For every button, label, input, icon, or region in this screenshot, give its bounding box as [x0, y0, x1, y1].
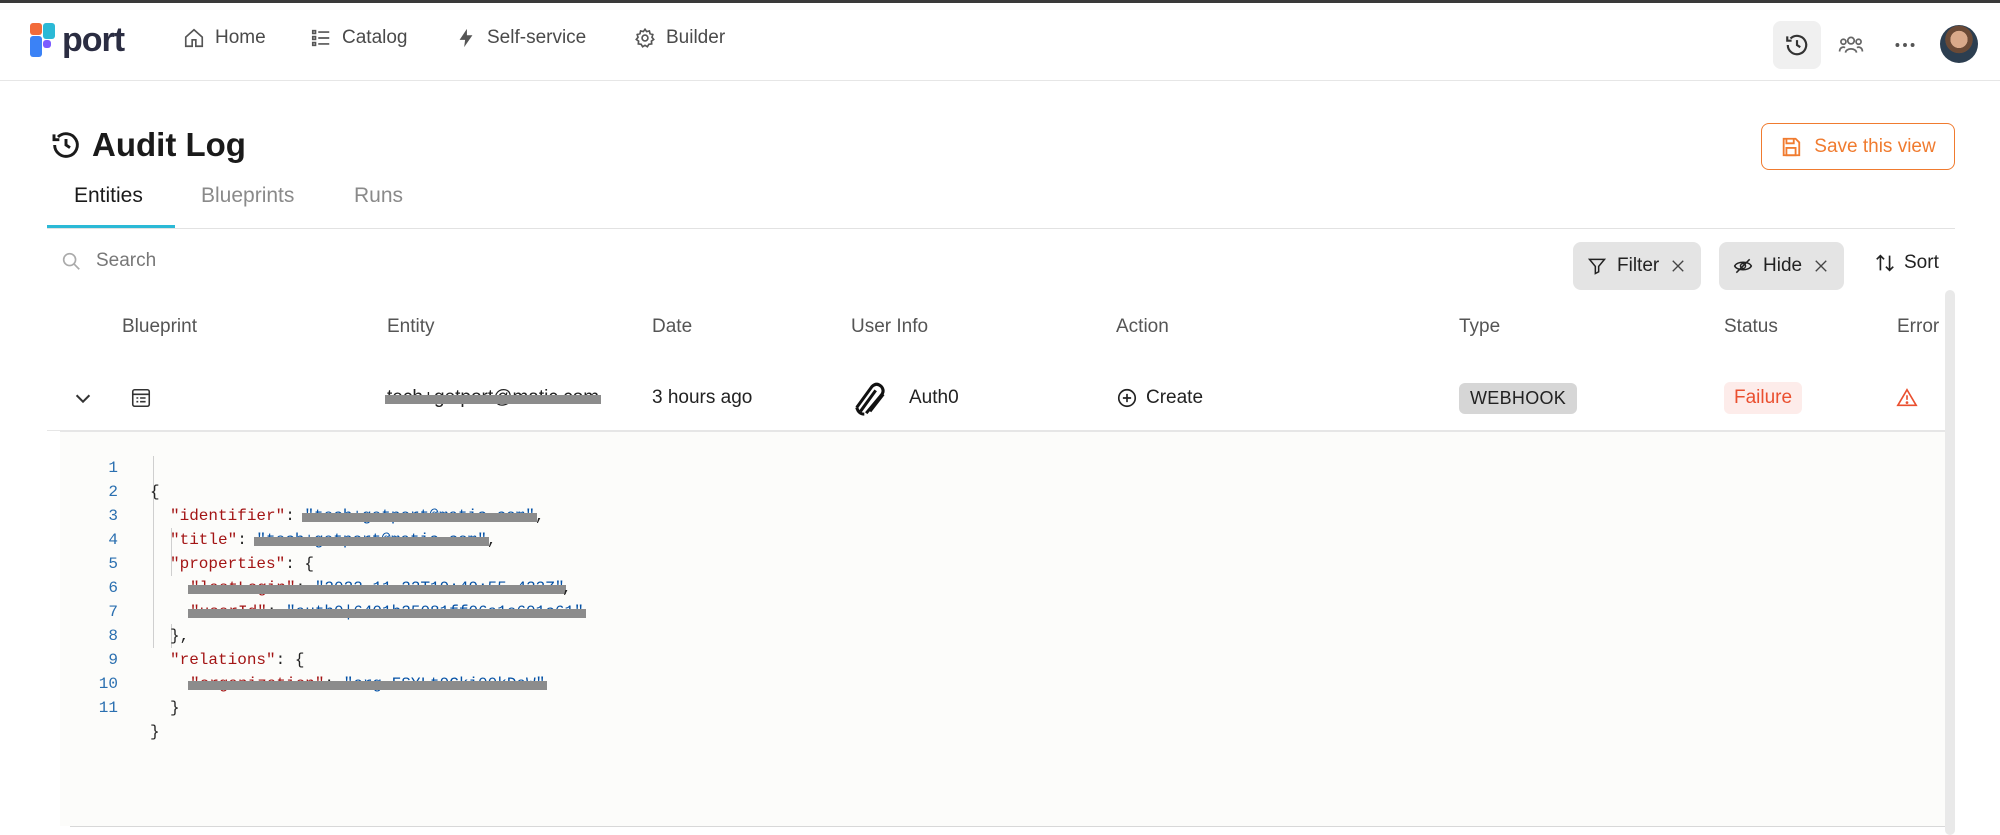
entity-cell[interactable]: tech+getport@matic.com: [384, 365, 602, 431]
filter-button[interactable]: Filter: [1573, 242, 1702, 290]
status-cell: Failure: [1724, 365, 1803, 431]
tab-blueprints[interactable]: Blueprints: [201, 184, 294, 208]
sort-label: Sort: [1904, 252, 1939, 273]
column-header-blueprint[interactable]: Blueprint: [122, 316, 197, 338]
plus-circle-icon: [1117, 388, 1137, 408]
close-icon[interactable]: [1812, 257, 1830, 275]
sort-icon: [1876, 254, 1894, 272]
home-icon: [184, 28, 204, 48]
json-viewer: 1 { 2 "identifier": "tech+getport@matic.…: [60, 431, 1945, 826]
code-line: 4 "properties": {: [60, 504, 1945, 573]
entity-identifier: tech+getport@matic.com: [384, 387, 602, 408]
search-icon: [62, 252, 80, 270]
hide-button[interactable]: Hide: [1719, 242, 1845, 290]
code-line: 6 "userId": "auth0|6401b25081ff06a1e601c…: [60, 552, 1945, 621]
nav-home-label: Home: [215, 27, 266, 48]
search-input[interactable]: [96, 250, 496, 272]
sort-button[interactable]: Sort: [1874, 252, 1939, 274]
code-line: 2 "identifier": "tech+getport@matic.com"…: [60, 456, 1945, 525]
user-info-cell: Auth0: [851, 365, 959, 431]
column-header-status[interactable]: Status: [1724, 316, 1778, 338]
code-line: 1 {: [60, 432, 1945, 501]
error-cell[interactable]: [1896, 365, 1918, 431]
code-line: 5 "lastLogin": "2023-11-23T19:49:55.433Z…: [60, 528, 1945, 597]
nav-builder[interactable]: Builder: [634, 27, 725, 49]
code-line: 9 "organization": "org_FSYLt9Cki00kDaW": [60, 624, 1945, 693]
blueprint-cell: [130, 365, 152, 431]
users-button[interactable]: [1827, 21, 1875, 69]
line-number: 11: [98, 699, 118, 717]
column-header-type[interactable]: Type: [1459, 316, 1500, 338]
table-row[interactable]: tech+getport@matic.com 3 hours ago Auth0…: [47, 365, 1945, 431]
nav-catalog[interactable]: Catalog: [310, 27, 408, 49]
more-icon: [1895, 43, 1915, 47]
type-badge: WEBHOOK: [1459, 382, 1578, 414]
search-bar: [60, 250, 496, 272]
lightning-icon: [459, 28, 473, 48]
column-header-action[interactable]: Action: [1116, 316, 1169, 338]
nav-self-service-label: Self-service: [487, 27, 587, 48]
port-logo[interactable]: port: [30, 21, 125, 59]
top-navigation: port Home Catalog Self-service Builder: [0, 3, 2000, 81]
tab-bar: Entities Blueprints Runs: [47, 176, 1955, 229]
divider: [70, 826, 1945, 827]
column-header-error[interactable]: Error: [1897, 316, 1939, 338]
date-cell: 3 hours ago: [652, 365, 752, 431]
vertical-scrollbar[interactable]: [1945, 290, 1955, 835]
column-header-user-info[interactable]: User Info: [851, 316, 928, 338]
nav-home[interactable]: Home: [183, 27, 266, 49]
history-icon: [1786, 34, 1808, 56]
users-icon: [1838, 36, 1864, 53]
blueprint-icon: [131, 388, 151, 408]
status-badge: Failure: [1724, 382, 1803, 414]
close-icon[interactable]: [1669, 257, 1687, 275]
hide-label: Hide: [1763, 255, 1803, 276]
warning-icon: [1896, 388, 1918, 407]
action-value: Create: [1146, 387, 1204, 408]
tab-runs[interactable]: Runs: [354, 184, 403, 208]
expand-row-toggle[interactable]: [72, 365, 94, 431]
code-line: 8 "relations": {: [60, 600, 1945, 669]
port-logo-icon: [30, 23, 55, 57]
active-tab-indicator: [47, 225, 175, 228]
nav-builder-label: Builder: [666, 27, 726, 48]
avatar[interactable]: [1940, 25, 1978, 63]
list-icon: [311, 29, 330, 47]
save-view-button[interactable]: Save this view: [1761, 123, 1955, 170]
column-header-entity[interactable]: Entity: [387, 316, 435, 338]
nav-catalog-label: Catalog: [342, 27, 408, 48]
code-line: 3 "title": "tech+getport@matic.com",: [60, 480, 1945, 549]
history-icon: [52, 132, 79, 158]
eye-off-icon: [1733, 258, 1753, 274]
page-title: Audit Log: [50, 126, 246, 164]
chevron-down-icon: [75, 394, 91, 404]
gear-icon: [635, 27, 655, 48]
column-header-date[interactable]: Date: [652, 316, 692, 338]
nav-self-service[interactable]: Self-service: [455, 27, 586, 49]
code-line: 10 }: [60, 648, 1945, 717]
date-value: 3 hours ago: [652, 387, 753, 408]
code-line: 7 },: [60, 576, 1945, 645]
filter-icon: [1587, 258, 1607, 275]
code-line: 11 }: [60, 672, 1945, 741]
tab-entities[interactable]: Entities: [74, 184, 143, 208]
type-cell: WEBHOOK: [1459, 365, 1578, 431]
page-title-text: Audit Log: [92, 126, 246, 163]
audit-log-button[interactable]: [1773, 21, 1821, 69]
save-view-label: Save this view: [1814, 135, 1936, 157]
save-icon: [1783, 137, 1801, 156]
auth0-icon: [855, 382, 885, 416]
user-name: Auth0: [909, 387, 959, 408]
logo-text: port: [62, 21, 125, 59]
action-cell: Create: [1116, 365, 1203, 431]
filter-label: Filter: [1617, 255, 1660, 276]
more-button[interactable]: [1881, 21, 1929, 69]
